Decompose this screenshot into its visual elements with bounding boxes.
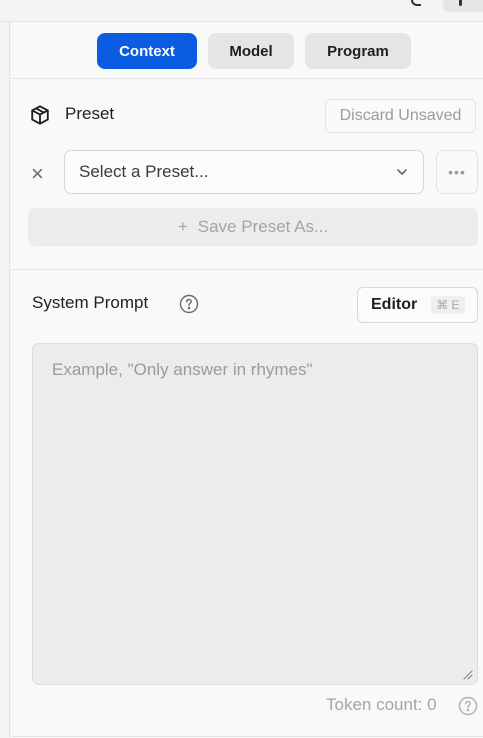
help-circle-icon[interactable]: [457, 695, 479, 717]
tab-program[interactable]: Program: [305, 33, 411, 69]
resize-grip-icon[interactable]: [463, 670, 473, 680]
tab-context[interactable]: Context: [97, 33, 197, 69]
discard-unsaved-button[interactable]: Discard Unsaved: [325, 99, 476, 133]
preset-section: Preset Discard Unsaved × Select a Preset…: [11, 80, 483, 270]
tab-model[interactable]: Model: [208, 33, 294, 69]
plus-icon: +: [177, 217, 188, 236]
chevron-down-icon: [397, 169, 407, 175]
system-prompt-textarea[interactable]: Example, "Only answer in rhymes": [32, 343, 478, 685]
save-preset-label: Save Preset As...: [197, 217, 329, 236]
tab-bar: Context Model Program: [11, 22, 483, 79]
editor-label: Editor: [371, 296, 418, 313]
more-options-button[interactable]: •••: [436, 150, 478, 194]
token-count: Token count: 0: [326, 695, 437, 714]
preset-select[interactable]: Select a Preset...: [64, 150, 424, 194]
preset-label: Preset: [65, 104, 115, 123]
system-prompt-label: System Prompt: [32, 293, 149, 312]
system-prompt-placeholder: Example, "Only answer in rhymes": [52, 360, 313, 379]
system-prompt-section: System Prompt Editor ⌘ E Example, "Only …: [11, 271, 483, 738]
editor-shortcut: ⌘ E: [431, 296, 465, 314]
preset-select-placeholder: Select a Preset...: [79, 162, 209, 181]
settings-panel: Context Model Program Preset Discard Uns…: [11, 22, 483, 738]
left-rail: [0, 22, 10, 738]
close-icon[interactable]: ×: [31, 163, 44, 185]
toolbar-icon-fragment[interactable]: [411, 0, 421, 6]
toolbar-button-fragment[interactable]: [443, 0, 483, 12]
editor-button[interactable]: Editor ⌘ E: [357, 287, 478, 323]
help-circle-icon[interactable]: [178, 293, 200, 315]
save-preset-as-button[interactable]: + Save Preset As...: [28, 208, 478, 246]
top-toolbar-strip: [0, 0, 483, 22]
cube-icon: [31, 105, 49, 125]
divider: [11, 736, 483, 737]
